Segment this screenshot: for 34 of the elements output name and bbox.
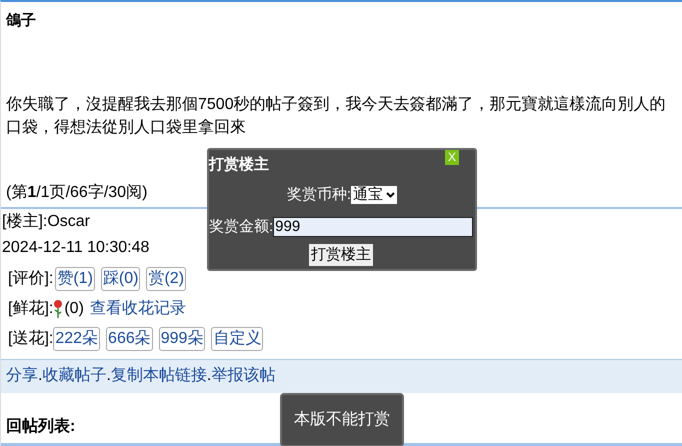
text-button[interactable]: 666朵 [106, 326, 153, 350]
post-stats: (第1/1页/66字/30阅) [6, 182, 148, 202]
action-link[interactable]: 举报该帖 [211, 364, 276, 388]
separator-dot: . [38, 366, 42, 386]
currency-label: 奖赏币种: [286, 185, 352, 205]
post-time: 2024-12-11 10:30:48 [2, 238, 150, 258]
action-link[interactable]: 分享 [6, 364, 38, 388]
text-button[interactable]: 自定义 [211, 326, 264, 350]
currency-select[interactable]: 通宝 [351, 186, 398, 204]
flower-record-link[interactable]: 查看收花记录 [90, 296, 186, 320]
rose-icon [53, 300, 64, 318]
give-flower-label: [送花]: [8, 328, 54, 348]
amount-field[interactable]: 999 [273, 217, 473, 238]
text-button[interactable]: 赞(1) [55, 266, 95, 290]
author-label: [楼主]:Oscar [2, 212, 90, 232]
post-title: 鴿子 [6, 11, 37, 31]
action-link[interactable]: 复制本帖链接 [110, 364, 207, 388]
rating-label: [评价]: [8, 268, 54, 288]
flower-label: [鲜花]: [8, 298, 54, 318]
replies-heading: 回帖列表: [6, 416, 76, 436]
amount-label: 奖赏金额: [209, 217, 274, 237]
separator-dot: . [106, 366, 111, 386]
post-body: 你失職了，沒提醒我去那個7500秒的帖子簽到，我今天去簽都滿了，那元寶就這樣流向別人的口袋，得想法從別人口袋里拿回來 [6, 94, 667, 138]
reward-button[interactable]: 打赏楼主 [309, 244, 373, 266]
flower-count: (0) [64, 298, 84, 318]
chevron-down-icon [386, 192, 396, 198]
text-button[interactable]: 踩(0) [100, 266, 140, 290]
text-button[interactable]: 赏(2) [146, 266, 186, 290]
toast-message: 本版不能打赏 [280, 393, 404, 446]
text-button[interactable]: 999朵 [158, 326, 206, 350]
action-link[interactable]: 收藏帖子 [42, 364, 106, 388]
separator-dot: . [206, 366, 212, 386]
text-button[interactable]: 222朵 [53, 326, 100, 350]
dialog-title: 打赏楼主 [209, 154, 269, 175]
